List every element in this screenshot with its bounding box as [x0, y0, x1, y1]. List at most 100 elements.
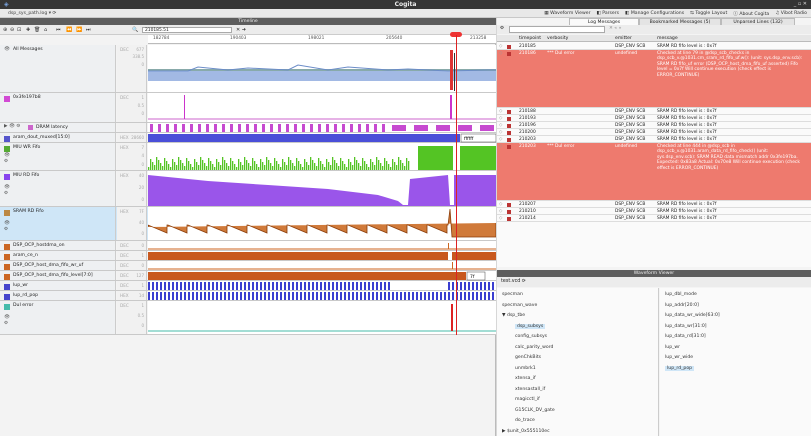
row-hostdma-on[interactable]: DSP_OCP_hostdma_on DEC 0 — [0, 241, 496, 251]
filter-nav-icons[interactable]: ✕ « » — [609, 26, 621, 31]
waveform-sram-rd-fifo[interactable] — [147, 207, 497, 240]
signal-item[interactable]: lup_wr_wide — [665, 355, 693, 360]
tree-node[interactable]: config_subsys — [515, 334, 547, 339]
window-controls[interactable]: _ ▫ ✕ — [794, 1, 807, 7]
add-signal-icon[interactable]: ✚ — [26, 27, 30, 33]
menu-manage-configurations[interactable]: ◧ Manage Configurations — [625, 11, 684, 17]
waveform-dram-latency[interactable] — [148, 123, 496, 132]
tree-node[interactable]: ▼ dsp_tbe — [502, 313, 525, 318]
bookmark-icon[interactable] — [507, 138, 511, 142]
waveform-all-messages[interactable] — [148, 45, 496, 92]
row-sram-rd-fifo[interactable]: SRAM RD Fifo 👁 ⚙ HEX 7F 40 0 — [0, 207, 497, 241]
row-aram-ce-n[interactable]: aram_ce_n DEC 1 — [0, 251, 496, 261]
waveform-lup-rd-pop[interactable] — [148, 291, 496, 300]
log-row[interactable]: ◇ 210214 DSP_ENV SCB SRAM RD fifo level is … — [497, 215, 811, 222]
waveform-hostdma-on[interactable] — [148, 241, 496, 250]
waveform-miu-rd-fifo[interactable] — [148, 171, 496, 206]
zoom-in-icon[interactable]: ⊕ — [3, 27, 7, 33]
checkbox-icon[interactable]: ◇ — [499, 123, 502, 128]
checkbox-icon[interactable]: ◇ — [499, 137, 502, 142]
menu-vibot-radio[interactable]: ♫ Vibot Radio — [775, 11, 807, 17]
settings-icon[interactable]: ⚙ — [4, 159, 8, 164]
checkbox-icon[interactable]: ◇ — [499, 51, 502, 56]
color-swatch[interactable] — [4, 96, 10, 102]
log-row[interactable]: ◇ 210203 *** DuI error undefined Checked at … — [497, 143, 811, 201]
log-row[interactable]: ◇ 210203 DSP_ENV SCB SRAM RD fifo level is … — [497, 136, 811, 143]
waveform-aram-ce-n[interactable] — [148, 251, 496, 260]
tab-log-messages[interactable]: Log Messages — [569, 18, 639, 25]
tree-node[interactable]: ▶ $unit_0x555110ec — [502, 429, 550, 434]
row-lup-rd-pop[interactable]: lup_rd_pop HEX 1d — [0, 291, 496, 301]
signal-item[interactable]: lup_wr — [665, 345, 680, 350]
first-icon[interactable]: ⏮ — [56, 27, 61, 33]
tree-node[interactable]: dsp_subsys — [515, 323, 546, 329]
time-cursor[interactable] — [456, 35, 457, 335]
log-file-selector[interactable]: dsp_sys_path.log ▾ ⟳ — [8, 11, 56, 16]
row-aram-dout[interactable]: aram_dout_muxed[15:0] HEX 28660 ffffff — [0, 133, 497, 143]
log-row[interactable]: ◇ 210200 DSP_ENV SCB SRAM RD fifo level is … — [497, 129, 811, 136]
waveform-dui-error[interactable] — [148, 301, 496, 334]
menu-waveform-viewer[interactable]: ▦ Waveform Viewer — [544, 11, 590, 17]
tree-node[interactable]: xtensastall_if — [515, 387, 545, 392]
log-row[interactable]: ◇ 210185 DSP_ENV SCB SRAM RD fifo level is … — [497, 43, 811, 50]
menu-about[interactable]: ⓘ About Cogita — [733, 11, 769, 17]
waveform-fifo-level[interactable]: 7f — [148, 271, 496, 281]
checkbox-icon[interactable]: ◇ — [499, 202, 502, 207]
expand-icon[interactable]: ▶ 👁 ⚙ — [4, 124, 20, 129]
tree-node[interactable]: do_trace — [515, 418, 535, 423]
tree-node[interactable]: specman_wave — [502, 303, 537, 308]
bookmark-icon[interactable] — [507, 145, 511, 149]
filter-input[interactable] — [509, 26, 605, 33]
log-row[interactable]: ◇ 210207 DSP_ENV SCB SRAM RD fifo level is … — [497, 201, 811, 208]
time-input[interactable]: 210185.51 — [142, 27, 232, 33]
signal-item[interactable]: lup_dbl_mode — [665, 292, 697, 297]
checkbox-icon[interactable]: ◇ — [499, 109, 502, 114]
bookmark-icon[interactable] — [507, 110, 511, 114]
waveform-0x3fe197b8[interactable] — [148, 93, 496, 122]
tree-node[interactable]: xtensa_if — [515, 376, 536, 381]
tab-unparsed[interactable]: Unparsed Lines (132) — [721, 18, 795, 25]
tree-node[interactable]: magicctl_if — [515, 397, 540, 402]
bookmark-icon[interactable] — [507, 45, 511, 49]
log-row[interactable]: ◇ 210188 DSP_ENV SCB SRAM RD fifo level is … — [497, 108, 811, 115]
settings-icon[interactable]: ⚙ — [500, 26, 504, 31]
tab-bookmarked[interactable]: Bookmarked Messages (5) — [639, 18, 721, 25]
signal-item[interactable]: lup_data_rd[31:0] — [665, 334, 706, 339]
bookmark-icon[interactable] — [507, 217, 511, 221]
tree-node[interactable]: unmbrk1 — [515, 366, 536, 371]
checkbox-icon[interactable]: ◇ — [499, 116, 502, 121]
log-row[interactable]: ◇ 210210 DSP_ENV SCB SRAM RD fifo level is … — [497, 208, 811, 215]
home-icon[interactable]: ⌂ — [44, 27, 47, 33]
time-ruler[interactable]: 182784 190403 198021 205640 213258 — [148, 35, 496, 44]
bookmark-icon[interactable] — [507, 210, 511, 214]
waveform-miu-wr-fifo[interactable] — [148, 143, 496, 170]
next-icon[interactable]: ⏩ — [76, 27, 82, 33]
signal-item[interactable]: lup_addr[20:0] — [665, 303, 699, 308]
delete-icon[interactable]: 🗑 — [34, 27, 40, 33]
row-fifo-level[interactable]: DSP_OCP_host_dma_fifo_level[7:0] DEC 127 … — [0, 271, 496, 281]
row-miu-wr-fifo[interactable]: MIU WR Fifo 👁 ⚙ HEX 7 4 0 — [0, 143, 496, 171]
bookmark-icon[interactable] — [507, 117, 511, 121]
log-row[interactable]: ◇ 210193 DSP_ENV SCB SRAM RD fifo level is … — [497, 115, 811, 122]
checkbox-icon[interactable]: ◇ — [499, 44, 502, 49]
menu-toggle-layout[interactable]: ⇆ Toggle Layout — [690, 11, 727, 17]
waveform-fifo-wr-uf[interactable] — [148, 261, 496, 270]
row-dui-error[interactable]: DuI error 👁 ⚙ DEC 1 0.5 0 — [0, 301, 496, 335]
checkbox-icon[interactable]: ◇ — [499, 216, 502, 221]
checkbox-icon[interactable]: ◇ — [499, 144, 502, 149]
signal-item[interactable]: lup_data_wr_wide[63:0] — [665, 313, 720, 318]
row-miu-rd-fifo[interactable]: MIU RD Fifo 👁 ⚙ HEX 40 20 0 — [0, 171, 496, 207]
bookmark-icon[interactable] — [507, 124, 511, 128]
visibility-icon[interactable]: 👁 — [4, 153, 10, 158]
bookmark-icon[interactable] — [507, 131, 511, 135]
tree-node[interactable]: calc_parity_word — [515, 345, 553, 350]
row-lup-wr[interactable]: lup_wr DEC 1 — [0, 281, 496, 291]
checkbox-icon[interactable]: ◇ — [499, 209, 502, 214]
tree-node[interactable]: G15CLK_DV_gate — [515, 408, 555, 413]
row-dram-latency[interactable]: ▶ 👁 ⚙ DRAM latency — [0, 123, 496, 133]
bookmark-icon[interactable] — [507, 52, 511, 56]
last-icon[interactable]: ⏭ — [86, 27, 91, 33]
signal-item[interactable]: lup_data_wr[31:0] — [665, 324, 707, 329]
prev-icon[interactable]: ⏪ — [66, 27, 72, 33]
zoom-fit-icon[interactable]: ⊡ — [17, 27, 21, 33]
